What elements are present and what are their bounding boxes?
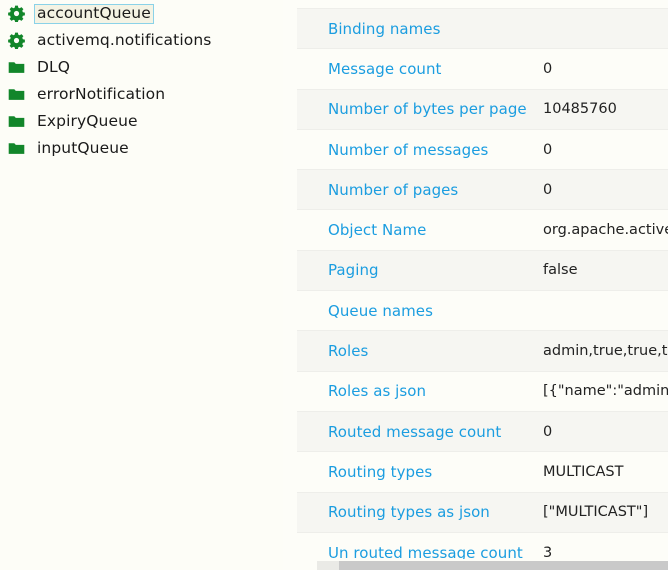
gear-icon: [8, 5, 25, 22]
attribute-key: Routed message count: [297, 411, 543, 451]
attribute-key: Paging: [297, 250, 543, 290]
attribute-key: Number of messages: [297, 129, 543, 169]
attribute-value: 0: [543, 170, 668, 210]
folder-icon: [8, 86, 25, 103]
attribute-row: Routing typesMULTICAST: [297, 452, 668, 492]
horizontal-scrollbar[interactable]: [297, 559, 668, 570]
attribute-row: Roles as json[{"name":"admin","send":tru…: [297, 371, 668, 411]
attribute-value: false: [543, 250, 668, 290]
tree-item-label: inputQueue: [34, 139, 132, 159]
attribute-value: [{"name":"admin","send":true,"consume":t…: [543, 371, 668, 411]
attribute-key: Number of pages: [297, 170, 543, 210]
attribute-row: Rolesadmin,true,true,true,true,true,true…: [297, 331, 668, 371]
attribute-row: Number of messages0: [297, 129, 668, 169]
attribute-key: Routing types: [297, 452, 543, 492]
scrollbar-thumb[interactable]: [317, 561, 339, 570]
attribute-key: Object Name: [297, 210, 543, 250]
tree-item-label: DLQ: [34, 58, 73, 78]
attribute-row: Routing types as json["MULTICAST"]: [297, 492, 668, 532]
scrollbar-track[interactable]: [317, 561, 668, 570]
attribute-key: Queue names: [297, 291, 543, 331]
attributes-table: Binding namesMessage count0Number of byt…: [297, 8, 668, 570]
tree-item-activemq-notifications[interactable]: activemq.notifications: [0, 27, 283, 54]
attribute-value: org.apache.activemq.artemis:broker="0.0.…: [543, 210, 668, 250]
attribute-value: admin,true,true,true,true,true,true,true…: [543, 331, 668, 371]
tree-item-label: ExpiryQueue: [34, 112, 141, 132]
tree-item-label: errorNotification: [34, 85, 168, 105]
tree-item-errornotification[interactable]: errorNotification: [0, 81, 283, 108]
tree-item-accountqueue[interactable]: accountQueue: [0, 0, 283, 27]
attribute-row: Binding names: [297, 9, 668, 49]
attribute-key: Message count: [297, 49, 543, 89]
attribute-row: Number of pages0: [297, 170, 668, 210]
tree-item-label: activemq.notifications: [34, 31, 214, 51]
attribute-row: Object Nameorg.apache.activemq.artemis:b…: [297, 210, 668, 250]
queue-browser-app: accountQueue activemq.notifications DLQ err…: [0, 0, 668, 570]
folder-icon: [8, 113, 25, 130]
attribute-key: Routing types as json: [297, 492, 543, 532]
attribute-value: MULTICAST: [543, 452, 668, 492]
attribute-row: Queue names: [297, 291, 668, 331]
attribute-row: Number of bytes per page10485760: [297, 89, 668, 129]
folder-icon: [8, 59, 25, 76]
attribute-row: Routed message count0: [297, 411, 668, 451]
tree-item-expiryqueue[interactable]: ExpiryQueue: [0, 108, 283, 135]
attribute-value: [543, 291, 668, 331]
attribute-value: ["MULTICAST"]: [543, 492, 668, 532]
attribute-value: [543, 9, 668, 49]
attribute-value: 0: [543, 411, 668, 451]
attribute-row: Pagingfalse: [297, 250, 668, 290]
attribute-value: 0: [543, 49, 668, 89]
gear-icon: [8, 32, 25, 49]
queue-tree-panel: accountQueue activemq.notifications DLQ err…: [0, 0, 283, 570]
queue-tree-list: accountQueue activemq.notifications DLQ err…: [0, 0, 283, 162]
attribute-value: 0: [543, 129, 668, 169]
attribute-key: Roles as json: [297, 371, 543, 411]
attribute-key: Number of bytes per page: [297, 89, 543, 129]
attribute-value: 10485760: [543, 89, 668, 129]
tree-item-inputqueue[interactable]: inputQueue: [0, 135, 283, 162]
attribute-row: Message count0: [297, 49, 668, 89]
attributes-scroll-area[interactable]: Binding namesMessage count0Number of byt…: [297, 0, 668, 570]
tree-item-dlq[interactable]: DLQ: [0, 54, 283, 81]
attribute-key: Roles: [297, 331, 543, 371]
attribute-key: Binding names: [297, 9, 543, 49]
tree-item-label: accountQueue: [34, 4, 154, 24]
folder-icon: [8, 140, 25, 157]
